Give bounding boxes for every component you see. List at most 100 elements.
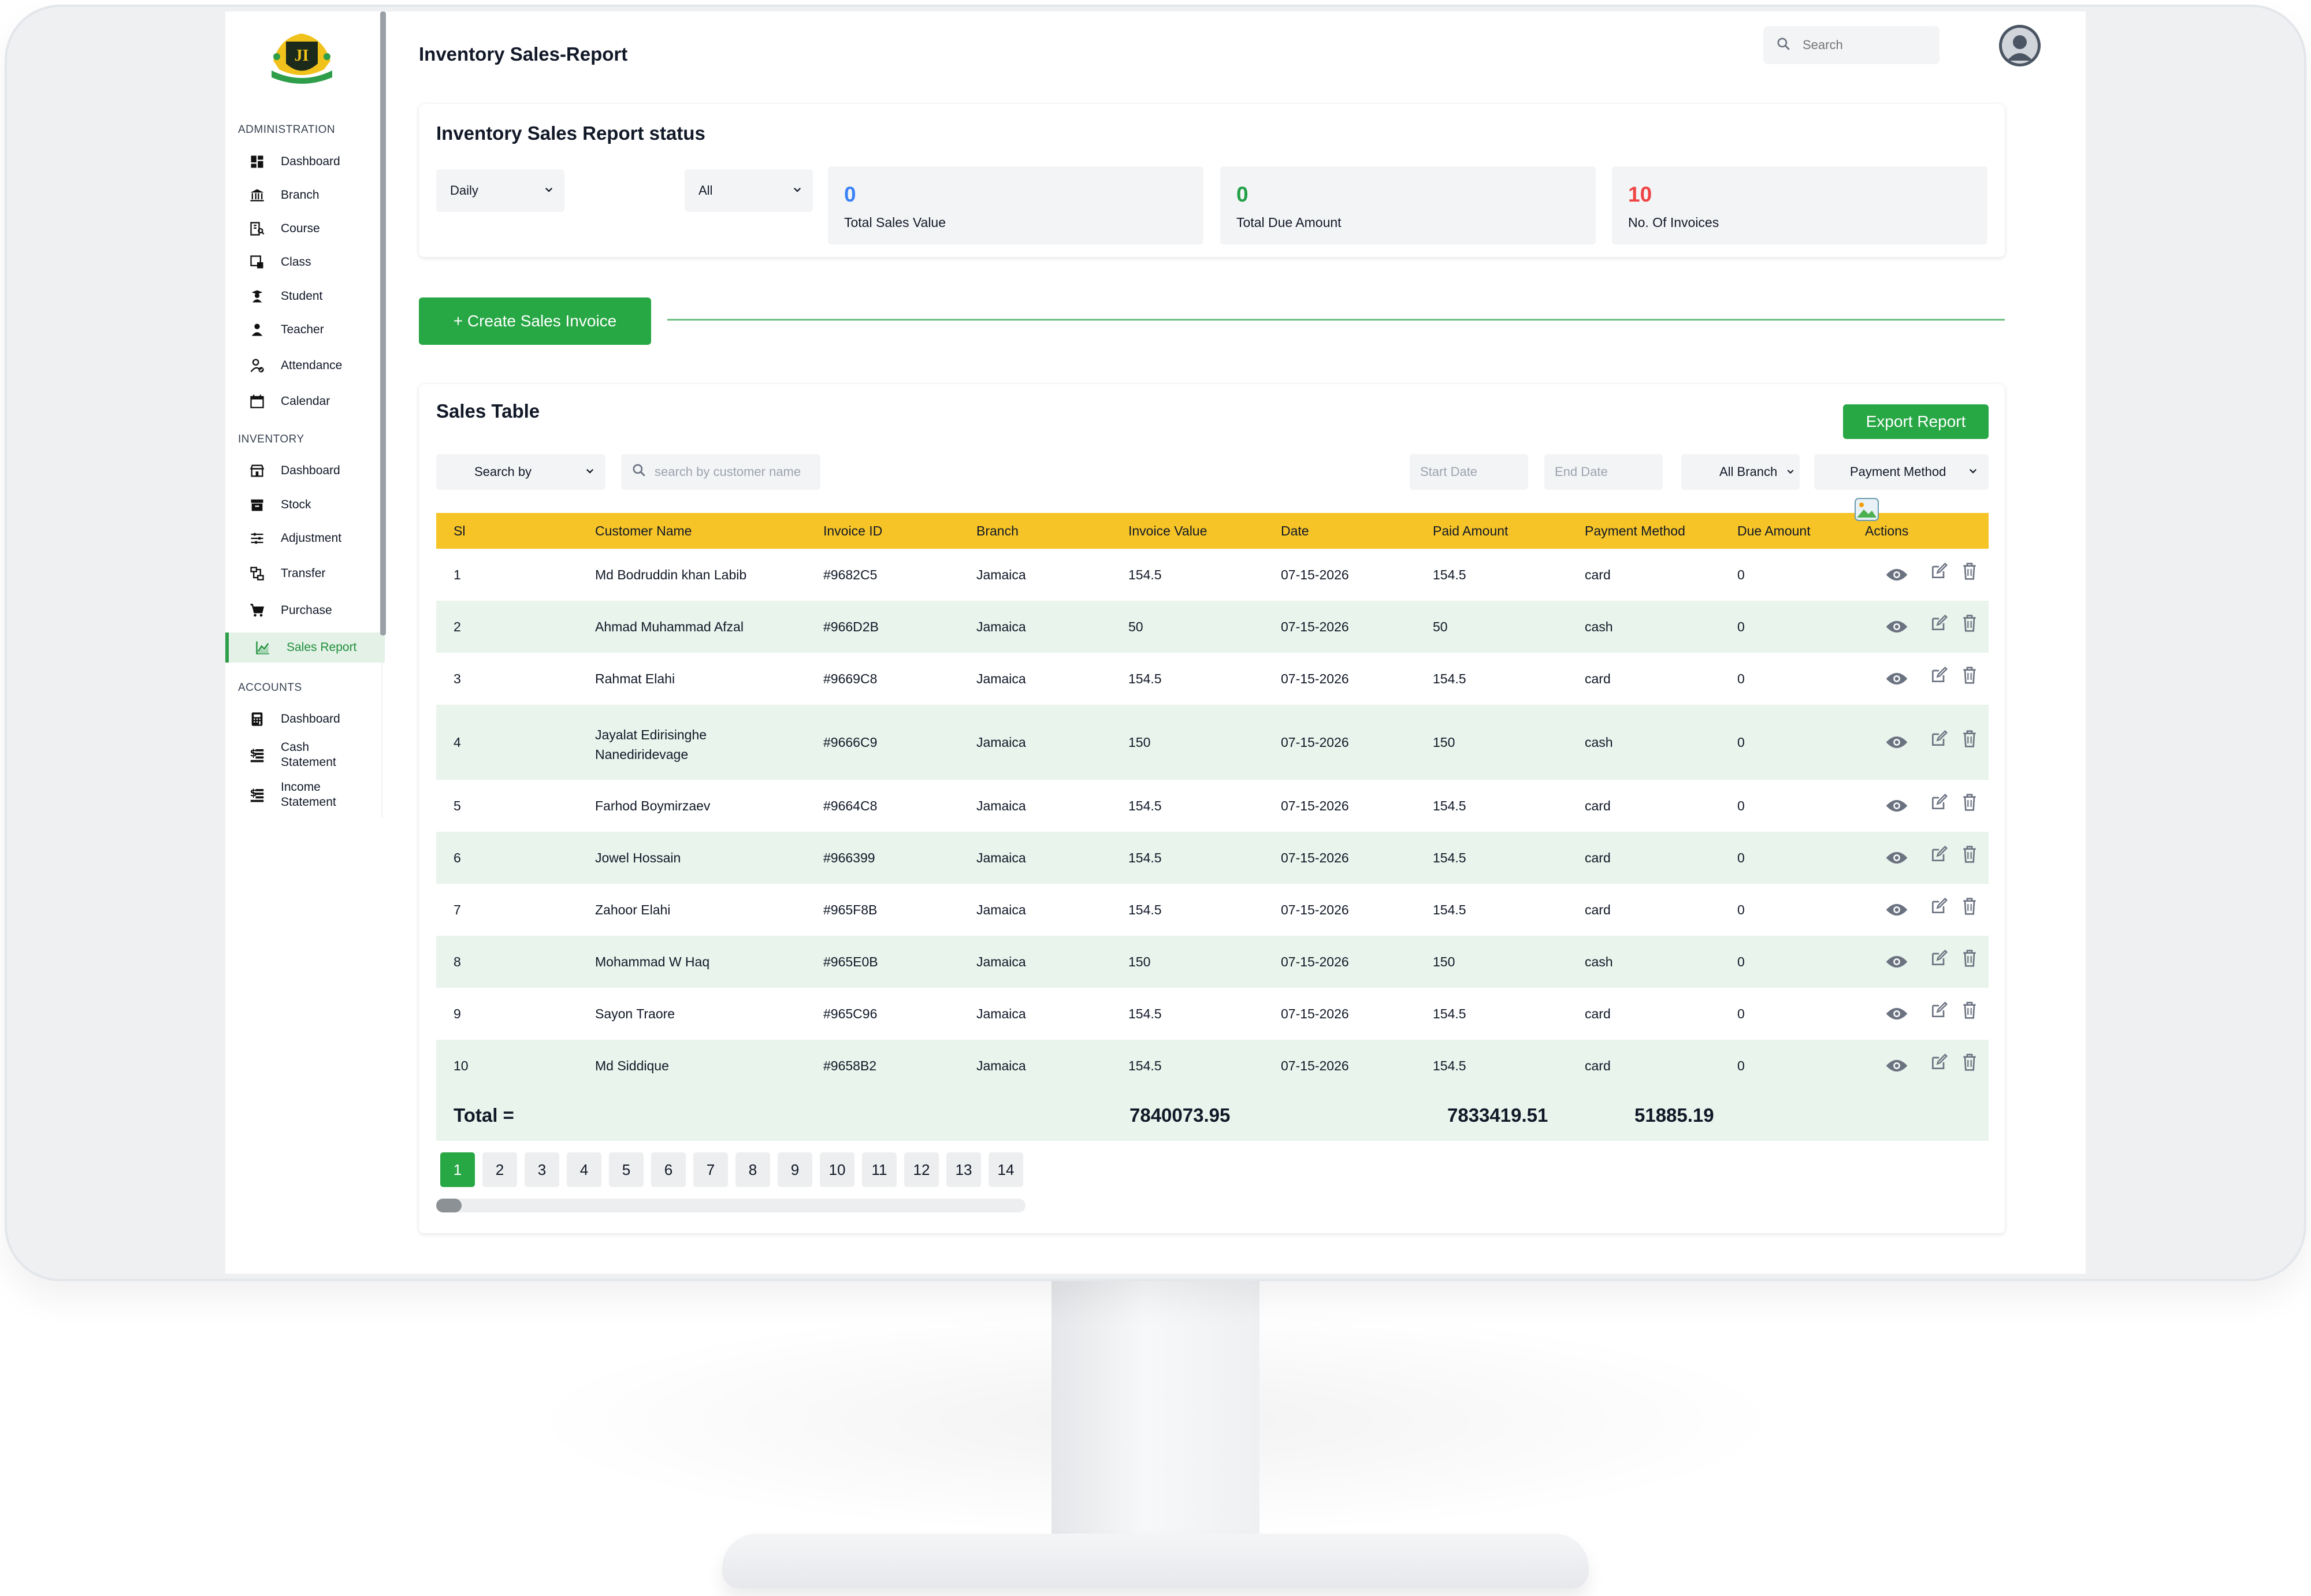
table-row[interactable]: 7 Zahoor Elahi #965F8B Jamaica 154.5 07-15-20…: [436, 884, 1989, 936]
edit-icon[interactable]: [1930, 845, 1948, 866]
customer-search-field[interactable]: search by customer name: [621, 454, 820, 490]
end-date-input[interactable]: End Date: [1544, 454, 1663, 490]
create-sales-invoice-button[interactable]: + Create Sales Invoice: [419, 297, 651, 345]
view-eye-icon[interactable]: [1885, 619, 1908, 638]
sidebar-item-inventory-transfer[interactable]: Transfer: [237, 559, 381, 589]
view-eye-icon[interactable]: [1885, 671, 1908, 690]
sidebar-item-inventory-purchase[interactable]: Purchase: [237, 596, 381, 626]
edit-icon[interactable]: [1930, 793, 1948, 814]
sidebar-item-admin-dashboard[interactable]: Dashboard: [237, 147, 381, 177]
delete-trash-icon[interactable]: [1961, 897, 1978, 918]
table-row[interactable]: 1 Md Bodruddin khan Labib #9682C5 Jamaica 15…: [436, 549, 1989, 601]
col-paid-amount-header[interactable]: Paid Amount: [1433, 523, 1508, 539]
page-button-4[interactable]: 4: [567, 1152, 601, 1187]
page-button-11[interactable]: 11: [862, 1152, 897, 1187]
sidebar-item-admin-branch[interactable]: Branch: [237, 180, 381, 210]
delete-trash-icon[interactable]: [1961, 562, 1978, 583]
sidebar-item-label: Purchase: [281, 604, 332, 617]
page-button-14[interactable]: 14: [989, 1152, 1023, 1187]
sidebar-item-inventory-adjustment[interactable]: Adjustment: [237, 523, 381, 553]
table-row[interactable]: 5 Farhod Boymirzaev #9664C8 Jamaica 154.5 07-…: [436, 780, 1989, 832]
edit-icon[interactable]: [1930, 730, 1948, 751]
page-button-13[interactable]: 13: [946, 1152, 981, 1187]
sidebar-item-admin-attendance[interactable]: Attendance: [237, 351, 381, 381]
edit-icon[interactable]: [1930, 949, 1948, 970]
col-payment-method-header[interactable]: Payment Method: [1585, 523, 1685, 539]
edit-icon[interactable]: [1930, 666, 1948, 687]
table-row[interactable]: 9 Sayon Traore #965C96 Jamaica 154.5 07-15-20…: [436, 988, 1989, 1040]
view-eye-icon[interactable]: [1885, 902, 1908, 921]
page-button-9[interactable]: 9: [778, 1152, 812, 1187]
view-eye-icon[interactable]: [1885, 1058, 1908, 1077]
delete-trash-icon[interactable]: [1961, 730, 1978, 751]
table-row[interactable]: 10 Md Siddique #9658B2 Jamaica 154.5 07-15-20…: [436, 1040, 1989, 1092]
export-report-button[interactable]: Export Report: [1843, 404, 1989, 439]
page-button-10[interactable]: 10: [820, 1152, 854, 1187]
sidebar-item-admin-calendar[interactable]: Calendar: [237, 386, 381, 416]
edit-icon[interactable]: [1930, 1053, 1948, 1074]
col-branch-header[interactable]: Branch: [976, 523, 1019, 539]
sidebar-item-label: Course: [281, 222, 320, 235]
view-eye-icon[interactable]: [1885, 567, 1908, 586]
delete-trash-icon[interactable]: [1961, 1001, 1978, 1022]
edit-icon[interactable]: [1930, 1001, 1948, 1022]
view-eye-icon[interactable]: [1885, 734, 1908, 753]
user-avatar[interactable]: [1999, 25, 2041, 66]
col-due-amount-header[interactable]: Due Amount: [1737, 523, 1811, 539]
period-select[interactable]: Daily: [436, 169, 564, 212]
view-eye-icon[interactable]: [1885, 850, 1908, 869]
table-row[interactable]: 8 Mohammad W Haq #965E0B Jamaica 150 07-15-20…: [436, 936, 1989, 988]
table-row[interactable]: 3 Rahmat Elahi #9669C8 Jamaica 154.5 07-15-20…: [436, 653, 1989, 705]
page-button-7[interactable]: 7: [693, 1152, 728, 1187]
edit-icon[interactable]: [1930, 614, 1948, 635]
delete-trash-icon[interactable]: [1961, 666, 1978, 687]
sidebar-item-admin-course[interactable]: Course: [237, 214, 381, 244]
table-row[interactable]: 2 Ahmad Muhammad Afzal #966D2B Jamaica 50 07-…: [436, 601, 1989, 653]
page-button-12[interactable]: 12: [904, 1152, 939, 1187]
sidebar-item-admin-class[interactable]: Class: [237, 247, 381, 277]
branch-select[interactable]: All: [685, 169, 813, 212]
sidebar-item-label: Calendar: [281, 395, 330, 408]
page-button-3[interactable]: 3: [525, 1152, 559, 1187]
delete-trash-icon[interactable]: [1961, 793, 1978, 814]
col-date-header[interactable]: Date: [1281, 523, 1309, 539]
col-sl-header[interactable]: Sl: [454, 523, 465, 539]
page-button-2[interactable]: 2: [482, 1152, 517, 1187]
branch-filter-select[interactable]: All Branch: [1681, 454, 1800, 490]
sidebar-item-inventory-dashboard[interactable]: Dashboard: [237, 456, 381, 486]
payment-method-filter[interactable]: Payment Method: [1814, 454, 1989, 490]
table-row[interactable]: 6 Jowel Hossain #966399 Jamaica 154.5 07-15-2…: [436, 832, 1989, 884]
top-search-input[interactable]: [1801, 37, 1919, 53]
view-eye-icon[interactable]: [1885, 1006, 1908, 1025]
sidebar-item-accounts-cash-statement[interactable]: $ Cash Statement: [237, 737, 381, 773]
delete-trash-icon[interactable]: [1961, 949, 1978, 970]
top-search-box[interactable]: [1763, 26, 1940, 64]
delete-trash-icon[interactable]: [1961, 614, 1978, 635]
col-invoice-value-header[interactable]: Invoice Value: [1128, 523, 1207, 539]
search-by-select[interactable]: Search by: [436, 454, 605, 490]
page-button-8[interactable]: 8: [735, 1152, 770, 1187]
view-eye-icon[interactable]: [1885, 798, 1908, 817]
page-button-6[interactable]: 6: [651, 1152, 686, 1187]
edit-icon[interactable]: [1930, 562, 1948, 583]
table-row[interactable]: 4 Jayalat Edirisinghe Nanediridevage #9666C…: [436, 705, 1989, 780]
delete-trash-icon[interactable]: [1961, 1053, 1978, 1074]
sidebar-item-accounts-dashboard[interactable]: Dashboard: [237, 704, 381, 734]
horizontal-scrollbar[interactable]: [436, 1199, 1026, 1212]
horizontal-scroll-thumb[interactable]: [436, 1199, 462, 1212]
start-date-input[interactable]: Start Date: [1410, 454, 1528, 490]
sidebar-item-admin-student[interactable]: Student: [237, 281, 381, 311]
sidebar-scrollbar[interactable]: [380, 12, 386, 635]
col-invoice-id-header[interactable]: Invoice ID: [823, 523, 882, 539]
col-customer-name-header[interactable]: Customer Name: [595, 523, 692, 539]
sidebar-item-admin-teacher[interactable]: Teacher: [237, 315, 381, 345]
delete-trash-icon[interactable]: [1961, 845, 1978, 866]
page-button-5[interactable]: 5: [609, 1152, 644, 1187]
sidebar-item-inventory-sales-report[interactable]: Sales Report: [225, 633, 385, 663]
edit-icon[interactable]: [1930, 897, 1948, 918]
attendance-icon: [247, 356, 267, 375]
sidebar-item-inventory-stock[interactable]: Stock: [237, 490, 381, 520]
view-eye-icon[interactable]: [1885, 954, 1908, 973]
page-button-1[interactable]: 1: [440, 1152, 475, 1187]
sidebar-item-accounts-income-statement[interactable]: $ Income Statement: [237, 777, 381, 813]
